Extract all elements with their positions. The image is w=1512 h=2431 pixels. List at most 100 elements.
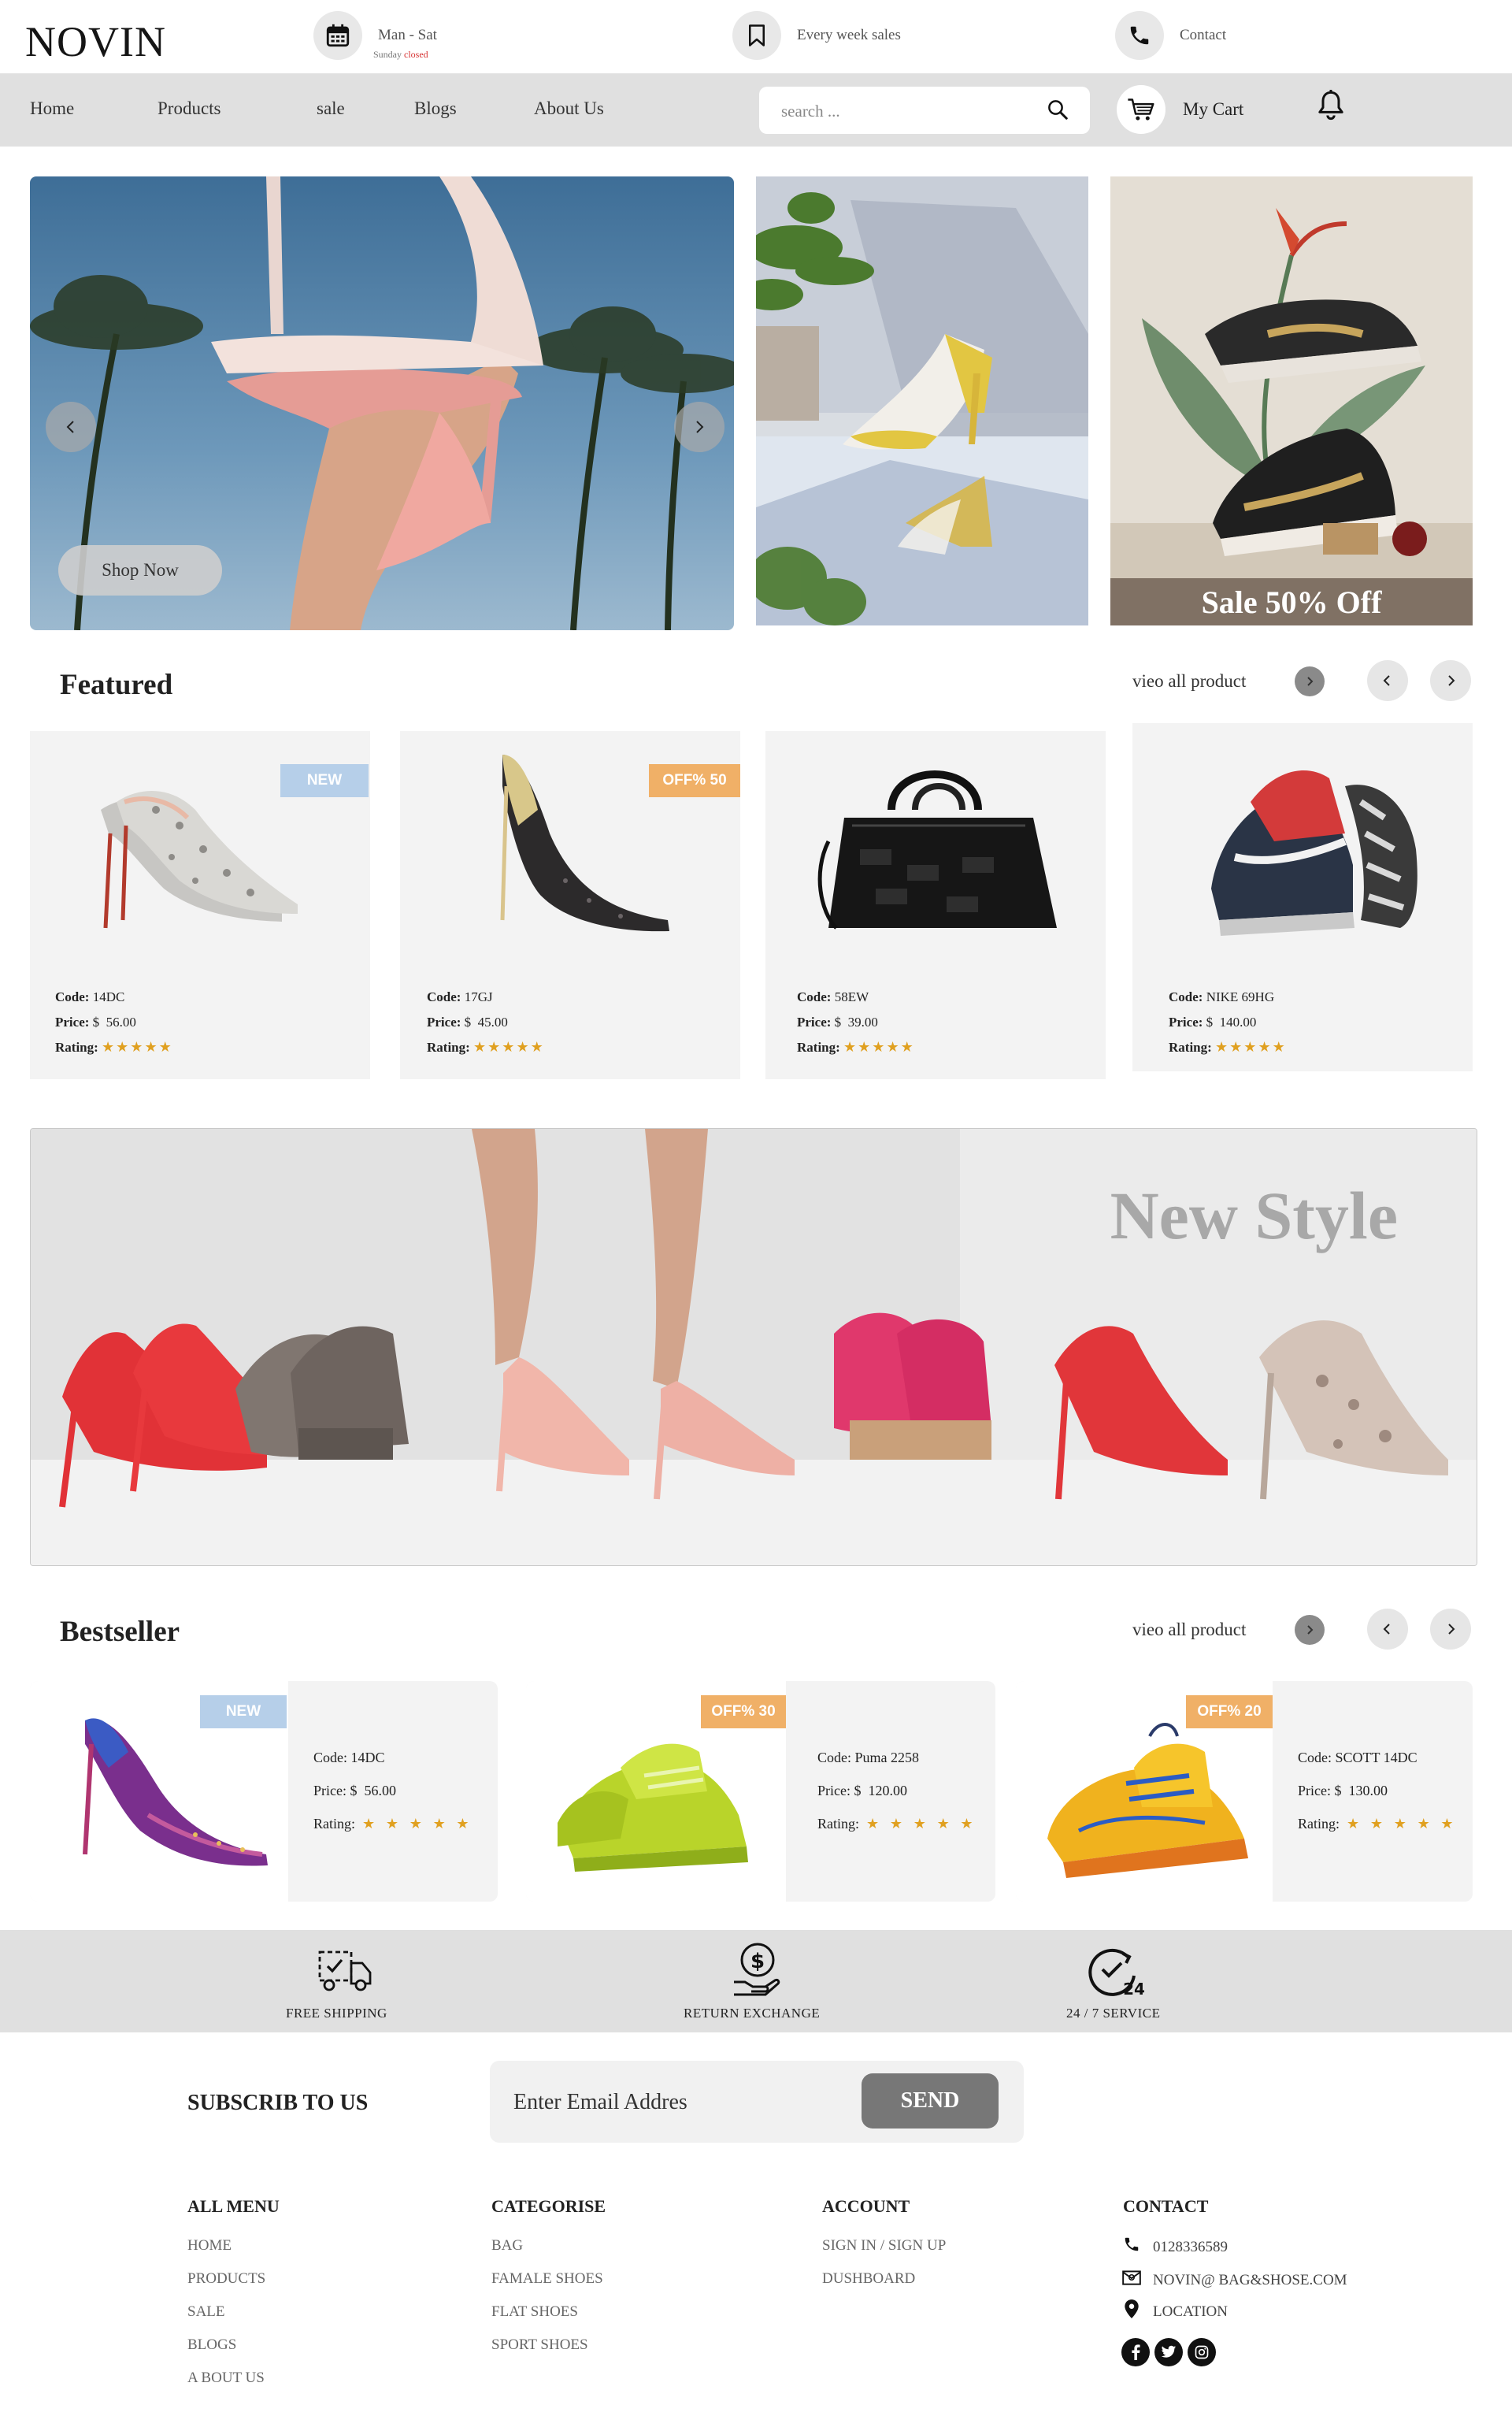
- opening-hours: Man - Sat: [378, 27, 437, 43]
- my-cart-link[interactable]: My Cart: [1183, 99, 1243, 120]
- featured-view-all-button[interactable]: [1295, 666, 1325, 696]
- nav-item-products[interactable]: Products: [158, 98, 221, 119]
- twitter-icon[interactable]: [1154, 2338, 1183, 2366]
- nav-item-home[interactable]: Home: [30, 98, 74, 119]
- product-rating: Rating: ★★★★★: [55, 1035, 173, 1060]
- code-label: Code:: [313, 1750, 347, 1765]
- footer-link-blogs[interactable]: BLOGS: [187, 2336, 236, 2354]
- new-style-banner[interactable]: New Style: [30, 1128, 1477, 1566]
- product-image-nike-sneaker: [1211, 770, 1418, 936]
- footer-link-sign-in[interactable]: SIGN IN / SIGN UP: [822, 2237, 946, 2255]
- chevron-right-icon: [1307, 1625, 1314, 1635]
- rating-label: Rating:: [313, 1816, 355, 1832]
- footer-link-sale[interactable]: SALE: [187, 2303, 225, 2321]
- footer-link-about-us[interactable]: A BOUT US: [187, 2370, 265, 2387]
- footer-link-female-shoes[interactable]: FAMALE SHOES: [491, 2270, 603, 2288]
- product-card[interactable]: Code: 58EW Price: $ 39.00 Rating: ★★★★★: [765, 731, 1106, 1079]
- nav-item-sale[interactable]: sale: [317, 98, 345, 119]
- phone-icon: [1125, 2237, 1139, 2251]
- nav-item-about-us[interactable]: About Us: [534, 98, 604, 119]
- footer-link-sport-shoes[interactable]: SPORT SHOES: [491, 2336, 588, 2354]
- product-code: Code: Puma 2258: [817, 1741, 976, 1774]
- bestseller-view-all-button[interactable]: [1295, 1615, 1325, 1645]
- rating-stars: ★★★★★: [473, 1039, 545, 1056]
- footer-link-bag[interactable]: BAG: [491, 2237, 523, 2255]
- search-input[interactable]: [781, 99, 1033, 123]
- price-label: Price:: [427, 1015, 461, 1030]
- footer-link-products[interactable]: PRODUCTS: [187, 2270, 265, 2288]
- price-value: 39.00: [847, 1015, 878, 1030]
- chevron-right-icon: [1448, 1624, 1455, 1635]
- bestseller-card[interactable]: OFF% 30 Code: Puma 2258 Price: $ 120.00 …: [526, 1681, 995, 1902]
- clock-24-icon: 24: [1088, 1948, 1145, 1999]
- subscribe-title: SUBSCRIB TO US: [187, 2091, 369, 2115]
- product-info: Code: 58EW Price: $ 39.00 Rating: ★★★★★: [797, 985, 915, 1060]
- bell-icon[interactable]: [1315, 88, 1347, 123]
- rating-label: Rating:: [427, 1040, 470, 1055]
- rating-stars: ★★★★★: [102, 1039, 173, 1056]
- featured-prev-button[interactable]: [1367, 660, 1408, 701]
- rating-label: Rating:: [817, 1816, 859, 1832]
- delivery-truck-icon: [318, 1950, 372, 1991]
- footer-contact-title: CONTACT: [1123, 2196, 1209, 2216]
- bestseller-card[interactable]: NEW Code: 14DC Price: $ 56.00 Rating: ★ …: [30, 1681, 498, 1902]
- rating-stars: ★★★★★: [843, 1039, 915, 1056]
- currency: $: [1334, 1783, 1342, 1798]
- sunday-label: Sunday: [373, 49, 402, 60]
- footer-link-flat-shoes[interactable]: FLAT SHOES: [491, 2303, 578, 2321]
- footer-phone[interactable]: 0128336589: [1153, 2239, 1228, 2256]
- facebook-icon[interactable]: [1121, 2338, 1150, 2366]
- shop-now-button[interactable]: Shop Now: [58, 545, 222, 596]
- product-card[interactable]: OFF% 50 Code: 17GJ Price: $ 45.00 Rating…: [400, 731, 740, 1079]
- logo[interactable]: NOVIN: [25, 17, 166, 66]
- product-code: Code: 14DC: [55, 985, 173, 1010]
- hero-prev-button[interactable]: [46, 402, 96, 452]
- weekly-sales-label[interactable]: Every week sales: [797, 27, 901, 44]
- contact-link[interactable]: Contact: [1180, 27, 1226, 44]
- price-value: 140.00: [1219, 1015, 1257, 1030]
- code-label: Code:: [55, 989, 90, 1004]
- product-price: Price: $ 56.00: [55, 1010, 173, 1035]
- featured-next-button[interactable]: [1430, 660, 1471, 701]
- search-icon[interactable]: [1046, 98, 1069, 121]
- top-bar: NOVIN Man - Sat Sunday closed Every week…: [0, 0, 1512, 74]
- footer-link-dashboard[interactable]: DUSHBOARD: [822, 2270, 915, 2288]
- price-value: 56.00: [364, 1783, 397, 1798]
- bestseller-view-all-link[interactable]: vieo all product: [1132, 1620, 1246, 1640]
- cart-icon[interactable]: [1117, 85, 1166, 134]
- currency: $: [350, 1783, 358, 1798]
- code-label: Code:: [817, 1750, 851, 1765]
- rating-label: Rating:: [797, 1040, 840, 1055]
- bestseller-card[interactable]: OFF% 20 Code: SCOTT 14DC Price: $ 130.00…: [1016, 1681, 1473, 1902]
- currency: $: [854, 1783, 862, 1798]
- instagram-icon[interactable]: [1188, 2338, 1216, 2366]
- send-button[interactable]: SEND: [862, 2073, 999, 2129]
- hero-photo-yellow-heel[interactable]: [756, 176, 1088, 625]
- bestseller-next-button[interactable]: [1430, 1609, 1471, 1650]
- rating-stars: ★ ★ ★ ★ ★: [866, 1816, 976, 1832]
- code-value: 14DC: [350, 1750, 385, 1765]
- hero-next-button[interactable]: [674, 402, 724, 452]
- product-rating: Rating: ★★★★★: [797, 1035, 915, 1060]
- footer-location[interactable]: LOCATION: [1153, 2303, 1228, 2321]
- nav-item-blogs[interactable]: Blogs: [414, 98, 457, 119]
- code-value: NIKE 69HG: [1206, 989, 1275, 1004]
- rating-label: Rating:: [1169, 1040, 1212, 1055]
- product-info: Code: SCOTT 14DC Price: $ 130.00 Rating:…: [1298, 1741, 1457, 1841]
- sale-50-off-label[interactable]: Sale 50% Off: [1110, 578, 1473, 625]
- footer-menu-title: ALL MENU: [187, 2196, 280, 2216]
- product-image-yellow-sneaker: [1047, 1723, 1248, 1878]
- chevron-right-icon: [1448, 675, 1455, 686]
- product-card[interactable]: Code: NIKE 69HG Price: $ 140.00 Rating: …: [1132, 723, 1473, 1071]
- return-exchange-label: RETURN EXCHANGE: [684, 2006, 821, 2021]
- currency: $: [834, 1015, 842, 1030]
- product-card[interactable]: NEW Code: 14DC Price: $ 56.00 Rating: ★★…: [30, 731, 370, 1079]
- product-code: Code: 17GJ: [427, 985, 545, 1010]
- code-label: Code:: [427, 989, 461, 1004]
- footer-link-home[interactable]: HOME: [187, 2237, 232, 2255]
- hero-photo-sneakers[interactable]: [1110, 176, 1473, 625]
- featured-view-all-link[interactable]: vieo all product: [1132, 671, 1246, 692]
- email-input[interactable]: [513, 2088, 828, 2117]
- bestseller-prev-button[interactable]: [1367, 1609, 1408, 1650]
- footer-email[interactable]: NOVIN@ BAG&SHOSE.COM: [1153, 2272, 1347, 2289]
